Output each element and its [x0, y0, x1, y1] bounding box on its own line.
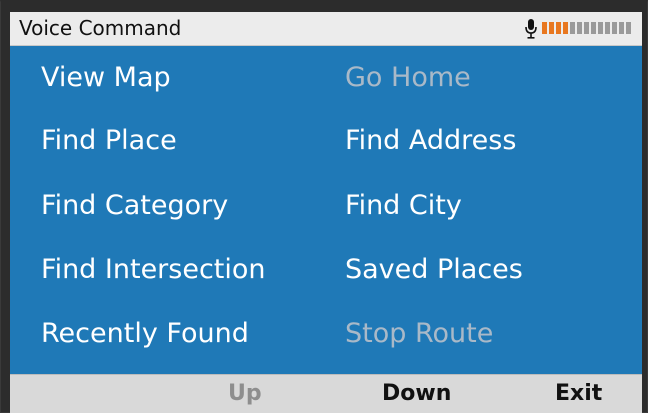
level-segment: [605, 22, 610, 34]
title-bar: Voice Command: [10, 12, 642, 46]
level-segment: [577, 22, 582, 34]
command-find-place[interactable]: Find Place: [41, 123, 177, 159]
command-recently-found[interactable]: Recently Found: [41, 316, 249, 352]
command-find-address[interactable]: Find Address: [345, 123, 516, 159]
screen-title: Voice Command: [19, 16, 182, 40]
audio-level-meter: [542, 22, 631, 34]
microphone-icon: [525, 19, 537, 39]
device-frame: Voice Command View Map Find Place Find C…: [0, 0, 648, 413]
soft-key-bar: Up Down Exit: [10, 374, 642, 413]
level-segment: [542, 22, 547, 34]
exit-button[interactable]: Exit: [555, 379, 602, 409]
voice-command-menu: View Map Find Place Find Category Find I…: [10, 46, 642, 374]
level-segment: [570, 22, 575, 34]
command-find-intersection[interactable]: Find Intersection: [41, 252, 266, 288]
command-go-home[interactable]: Go Home: [345, 60, 471, 96]
level-segment: [598, 22, 603, 34]
command-saved-places[interactable]: Saved Places: [345, 252, 523, 288]
level-segment: [591, 22, 596, 34]
level-segment: [626, 22, 631, 34]
command-find-category[interactable]: Find Category: [41, 188, 228, 224]
level-segment: [584, 22, 589, 34]
voice-command-screen: Voice Command View Map Find Place Find C…: [10, 12, 642, 413]
level-segment: [556, 22, 561, 34]
down-button[interactable]: Down: [382, 379, 451, 409]
command-find-city[interactable]: Find City: [345, 188, 462, 224]
command-stop-route[interactable]: Stop Route: [345, 316, 493, 352]
level-segment: [549, 22, 554, 34]
level-segment: [612, 22, 617, 34]
level-segment: [563, 22, 568, 34]
command-view-map[interactable]: View Map: [41, 60, 171, 96]
up-button[interactable]: Up: [228, 379, 262, 409]
level-segment: [619, 22, 624, 34]
